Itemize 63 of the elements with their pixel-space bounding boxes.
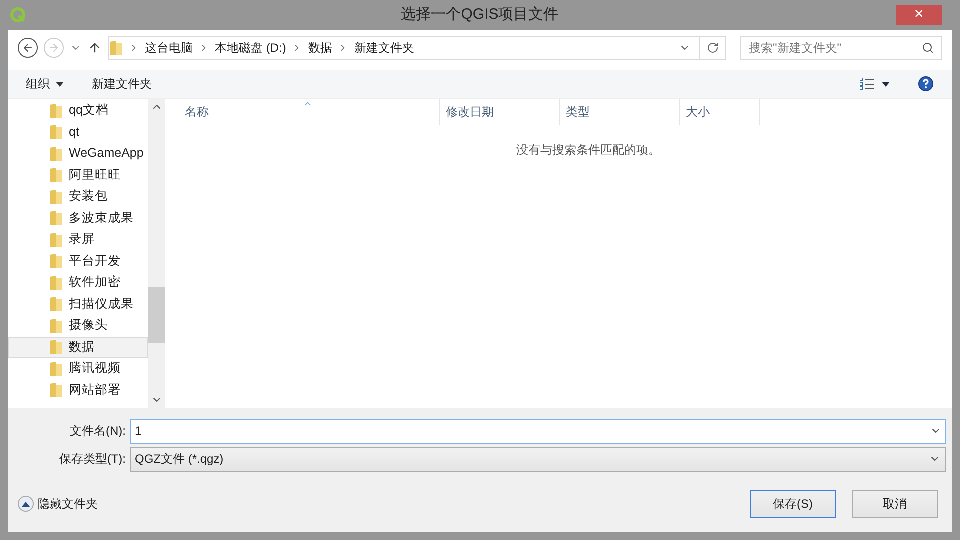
folder-tree-item[interactable]: 平台开发: [8, 250, 148, 272]
folder-tree-item[interactable]: 摄像头: [8, 315, 148, 336]
sidebar-scrollbar[interactable]: [148, 99, 165, 408]
folder-icon: [49, 124, 63, 140]
file-name-field[interactable]: 1: [130, 418, 946, 444]
folder-tree-item[interactable]: 软件加密: [8, 272, 148, 294]
address-bar[interactable]: 这台电脑 本地磁盘 (D:) 数据 新建文件夹: [108, 36, 726, 60]
app-logo-icon: [10, 7, 26, 23]
folder-tree-item[interactable]: 腾讯视频: [8, 358, 148, 380]
folder-icon: [49, 296, 63, 312]
file-type-dropdown[interactable]: QGZ文件 (*.qgz): [130, 446, 946, 472]
column-header[interactable]: 类型: [560, 99, 680, 125]
search-icon: [922, 42, 934, 54]
folder-icon: [49, 188, 63, 205]
new-folder-button[interactable]: 新建文件夹: [92, 75, 152, 93]
folder-icon: [49, 339, 63, 356]
breadcrumb-link[interactable]: 本地磁盘 (D:): [215, 39, 286, 57]
folder-tree-item[interactable]: 网站部署: [8, 380, 148, 401]
file-type-label: 保存类型(T):: [58, 451, 127, 468]
hide-folders-toggle[interactable]: 隐藏文件夹: [18, 495, 98, 513]
help-icon[interactable]: [918, 76, 934, 92]
folder-tree-item[interactable]: 扫描仪成果: [8, 294, 148, 315]
view-options-icon[interactable]: [860, 78, 874, 90]
folder-icon: [49, 210, 63, 226]
folder-icon: [49, 232, 63, 248]
back-button[interactable]: [18, 38, 38, 58]
folder-tree-item[interactable]: qt: [8, 122, 148, 143]
folder-tree-item[interactable]: 录屏: [8, 229, 148, 250]
folder-icon: [49, 318, 63, 334]
forward-arrow-icon: [48, 42, 60, 54]
folder-icon: [49, 274, 63, 291]
folder-tree-item[interactable]: 多波束成果: [8, 208, 148, 229]
dialog-button[interactable]: 保存(S): [750, 490, 836, 518]
folder-icon: [49, 382, 63, 398]
folder-icon: [49, 167, 63, 184]
folder-tree-item[interactable]: 数据: [8, 336, 148, 358]
folder-tree-item[interactable]: 安装包: [8, 186, 148, 208]
folder-icon: [49, 102, 63, 119]
column-header[interactable]: 名称: [165, 99, 440, 125]
scrollbar-thumb[interactable]: [148, 287, 165, 343]
breadcrumb-link[interactable]: 这台电脑: [145, 39, 193, 57]
up-button-icon[interactable]: [88, 41, 102, 55]
folder-tree-item[interactable]: qq文档: [8, 100, 148, 122]
empty-message: 没有与搜索条件匹配的项。: [516, 142, 660, 159]
search-field[interactable]: 搜索"新建文件夹": [740, 36, 942, 60]
refresh-icon: [706, 42, 718, 54]
folder-icon: [109, 40, 123, 56]
organize-menu[interactable]: 组织: [26, 75, 64, 93]
folder-icon: [49, 253, 63, 270]
folder-icon: [49, 146, 63, 162]
column-header[interactable]: 大小: [680, 99, 760, 125]
file-name-label: 文件名(N):: [69, 423, 127, 440]
dialog-button[interactable]: 取消: [852, 490, 938, 518]
folder-tree-item[interactable]: 阿里旺旺: [8, 164, 148, 186]
column-header[interactable]: 修改日期: [440, 99, 560, 125]
window-title: 选择一个QGIS项目文件: [400, 4, 560, 25]
view-caret-icon[interactable]: [882, 82, 890, 86]
folder-tree-item[interactable]: WeGameApp: [8, 143, 148, 164]
breadcrumb-link[interactable]: 新建文件夹: [354, 39, 414, 57]
breadcrumb-link[interactable]: 数据: [308, 39, 332, 57]
back-arrow-icon: [22, 42, 34, 54]
close-button[interactable]: ×: [896, 5, 942, 25]
folder-icon: [49, 360, 63, 377]
